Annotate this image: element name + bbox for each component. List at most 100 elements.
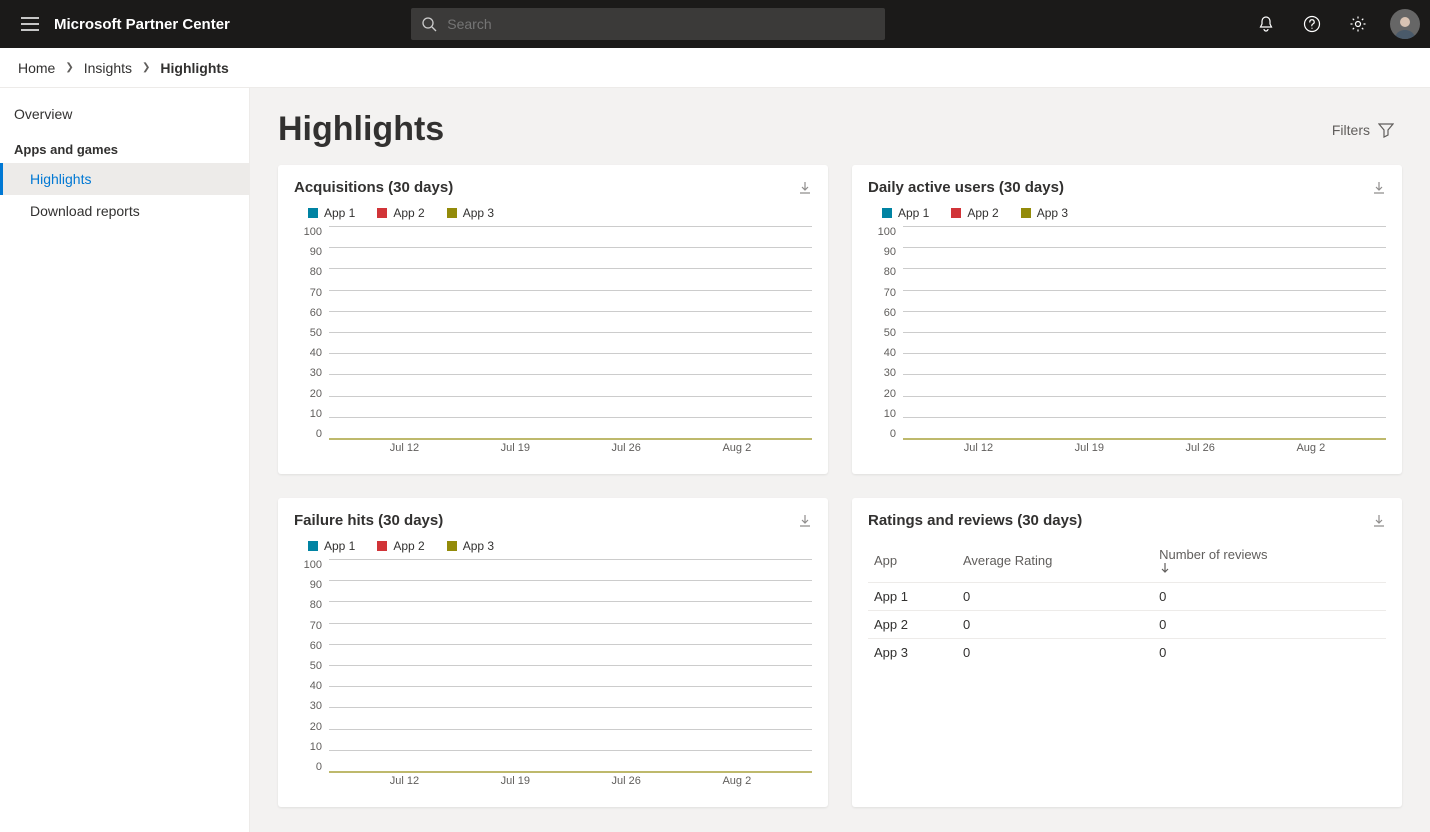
cell-app: App 1 — [868, 583, 957, 611]
table-header-number-of-reviews[interactable]: Number of reviews — [1153, 539, 1386, 583]
chart-plot: Jul 12Jul 19Jul 26Aug 2 — [328, 226, 812, 456]
y-tick: 80 — [294, 266, 322, 278]
user-avatar[interactable] — [1390, 9, 1420, 39]
y-tick: 80 — [294, 599, 322, 611]
legend-swatch — [308, 541, 318, 551]
table-header-average-rating[interactable]: Average Rating — [957, 539, 1153, 583]
sidebar-item-overview[interactable]: Overview — [0, 98, 249, 130]
legend-item: App 2 — [951, 206, 998, 220]
chevron-right-icon: ❯ — [142, 62, 150, 73]
card-title-failure-hits: Failure hits (30 days) — [294, 512, 443, 529]
download-button[interactable] — [798, 181, 812, 195]
chart-legend: App 1 App 2 App 3 — [882, 206, 1386, 220]
y-tick: 20 — [294, 388, 322, 400]
card-ratings-and-reviews: Ratings and reviews (30 days) App Averag… — [852, 498, 1402, 807]
help-button[interactable] — [1294, 6, 1330, 42]
legend-swatch — [377, 541, 387, 551]
y-tick: 80 — [868, 266, 896, 278]
table-row: App 300 — [868, 639, 1386, 667]
legend-label: App 2 — [393, 206, 424, 220]
x-axis: Jul 12Jul 19Jul 26Aug 2 — [329, 442, 812, 456]
legend-swatch — [1021, 208, 1031, 218]
chart-daily-active-users: 1009080706050403020100 Jul 12Jul 19Jul 2… — [868, 226, 1386, 456]
legend-item: App 3 — [447, 206, 494, 220]
x-tick: Jul 19 — [1075, 442, 1104, 456]
cell-num: 0 — [1153, 639, 1386, 667]
top-icons-group — [1248, 6, 1420, 42]
sort-down-icon — [1159, 562, 1171, 574]
breadcrumb-insights[interactable]: Insights — [84, 60, 132, 76]
legend-swatch — [447, 541, 457, 551]
hamburger-icon — [21, 17, 39, 31]
legend-label: App 2 — [393, 539, 424, 553]
content-area: Highlights Filters Acquisitions (30 days… — [250, 88, 1430, 832]
legend-item: App 2 — [377, 539, 424, 553]
legend-label: App 1 — [324, 539, 355, 553]
y-tick: 90 — [294, 579, 322, 591]
legend-label: App 3 — [463, 206, 494, 220]
table-row: App 200 — [868, 611, 1386, 639]
breadcrumb-current: Highlights — [160, 60, 228, 76]
x-tick: Jul 12 — [964, 442, 993, 456]
y-tick: 60 — [294, 640, 322, 652]
legend-swatch — [308, 208, 318, 218]
gear-icon — [1349, 15, 1367, 33]
legend-swatch — [951, 208, 961, 218]
sidebar-item-download-reports[interactable]: Download reports — [0, 195, 249, 227]
page-title: Highlights — [278, 110, 444, 149]
hamburger-menu-button[interactable] — [10, 4, 50, 44]
y-tick: 90 — [868, 246, 896, 258]
y-axis: 1009080706050403020100 — [868, 226, 902, 456]
x-tick: Aug 2 — [722, 442, 751, 456]
chart-plot: Jul 12Jul 19Jul 26Aug 2 — [328, 559, 812, 789]
card-failure-hits: Failure hits (30 days) App 1 App 2 App 3… — [278, 498, 828, 807]
filter-icon — [1378, 122, 1394, 138]
y-tick: 0 — [294, 761, 322, 773]
download-button[interactable] — [1372, 514, 1386, 528]
table-header-app[interactable]: App — [868, 539, 957, 583]
y-tick: 30 — [294, 700, 322, 712]
x-axis: Jul 12Jul 19Jul 26Aug 2 — [903, 442, 1386, 456]
search-input[interactable] — [447, 16, 875, 32]
settings-button[interactable] — [1340, 6, 1376, 42]
y-tick: 30 — [868, 367, 896, 379]
download-icon — [798, 514, 812, 528]
y-tick: 100 — [294, 559, 322, 571]
chart-plot: Jul 12Jul 19Jul 26Aug 2 — [902, 226, 1386, 456]
card-acquisitions: Acquisitions (30 days) App 1 App 2 App 3… — [278, 165, 828, 474]
x-tick: Jul 19 — [501, 775, 530, 789]
download-icon — [1372, 514, 1386, 528]
legend-swatch — [882, 208, 892, 218]
y-tick: 40 — [294, 680, 322, 692]
search-box[interactable] — [411, 8, 885, 40]
filters-button[interactable]: Filters — [1324, 118, 1402, 142]
gridlines — [329, 226, 812, 440]
y-tick: 10 — [294, 408, 322, 420]
card-title-ratings-and-reviews: Ratings and reviews (30 days) — [868, 512, 1082, 529]
legend-item: App 3 — [1021, 206, 1068, 220]
legend-label: App 3 — [1037, 206, 1068, 220]
top-bar: Microsoft Partner Center — [0, 0, 1430, 48]
y-axis: 1009080706050403020100 — [294, 559, 328, 789]
chart-legend: App 1 App 2 App 3 — [308, 539, 812, 553]
legend-label: App 1 — [324, 206, 355, 220]
y-tick: 70 — [294, 620, 322, 632]
legend-swatch — [447, 208, 457, 218]
x-tick: Aug 2 — [1296, 442, 1325, 456]
download-button[interactable] — [1372, 181, 1386, 195]
avatar-icon — [1391, 11, 1419, 39]
y-tick: 20 — [294, 721, 322, 733]
sidebar-item-highlights[interactable]: Highlights — [0, 163, 249, 195]
breadcrumb-home[interactable]: Home — [18, 60, 55, 76]
y-tick: 10 — [294, 741, 322, 753]
legend-item: App 1 — [308, 539, 355, 553]
y-tick: 40 — [868, 347, 896, 359]
legend-item: App 1 — [882, 206, 929, 220]
download-button[interactable] — [798, 514, 812, 528]
card-daily-active-users: Daily active users (30 days) App 1 App 2… — [852, 165, 1402, 474]
breadcrumb: Home ❯ Insights ❯ Highlights — [0, 48, 1430, 88]
x-axis: Jul 12Jul 19Jul 26Aug 2 — [329, 775, 812, 789]
notifications-button[interactable] — [1248, 6, 1284, 42]
y-tick: 50 — [294, 660, 322, 672]
gridlines — [903, 226, 1386, 440]
